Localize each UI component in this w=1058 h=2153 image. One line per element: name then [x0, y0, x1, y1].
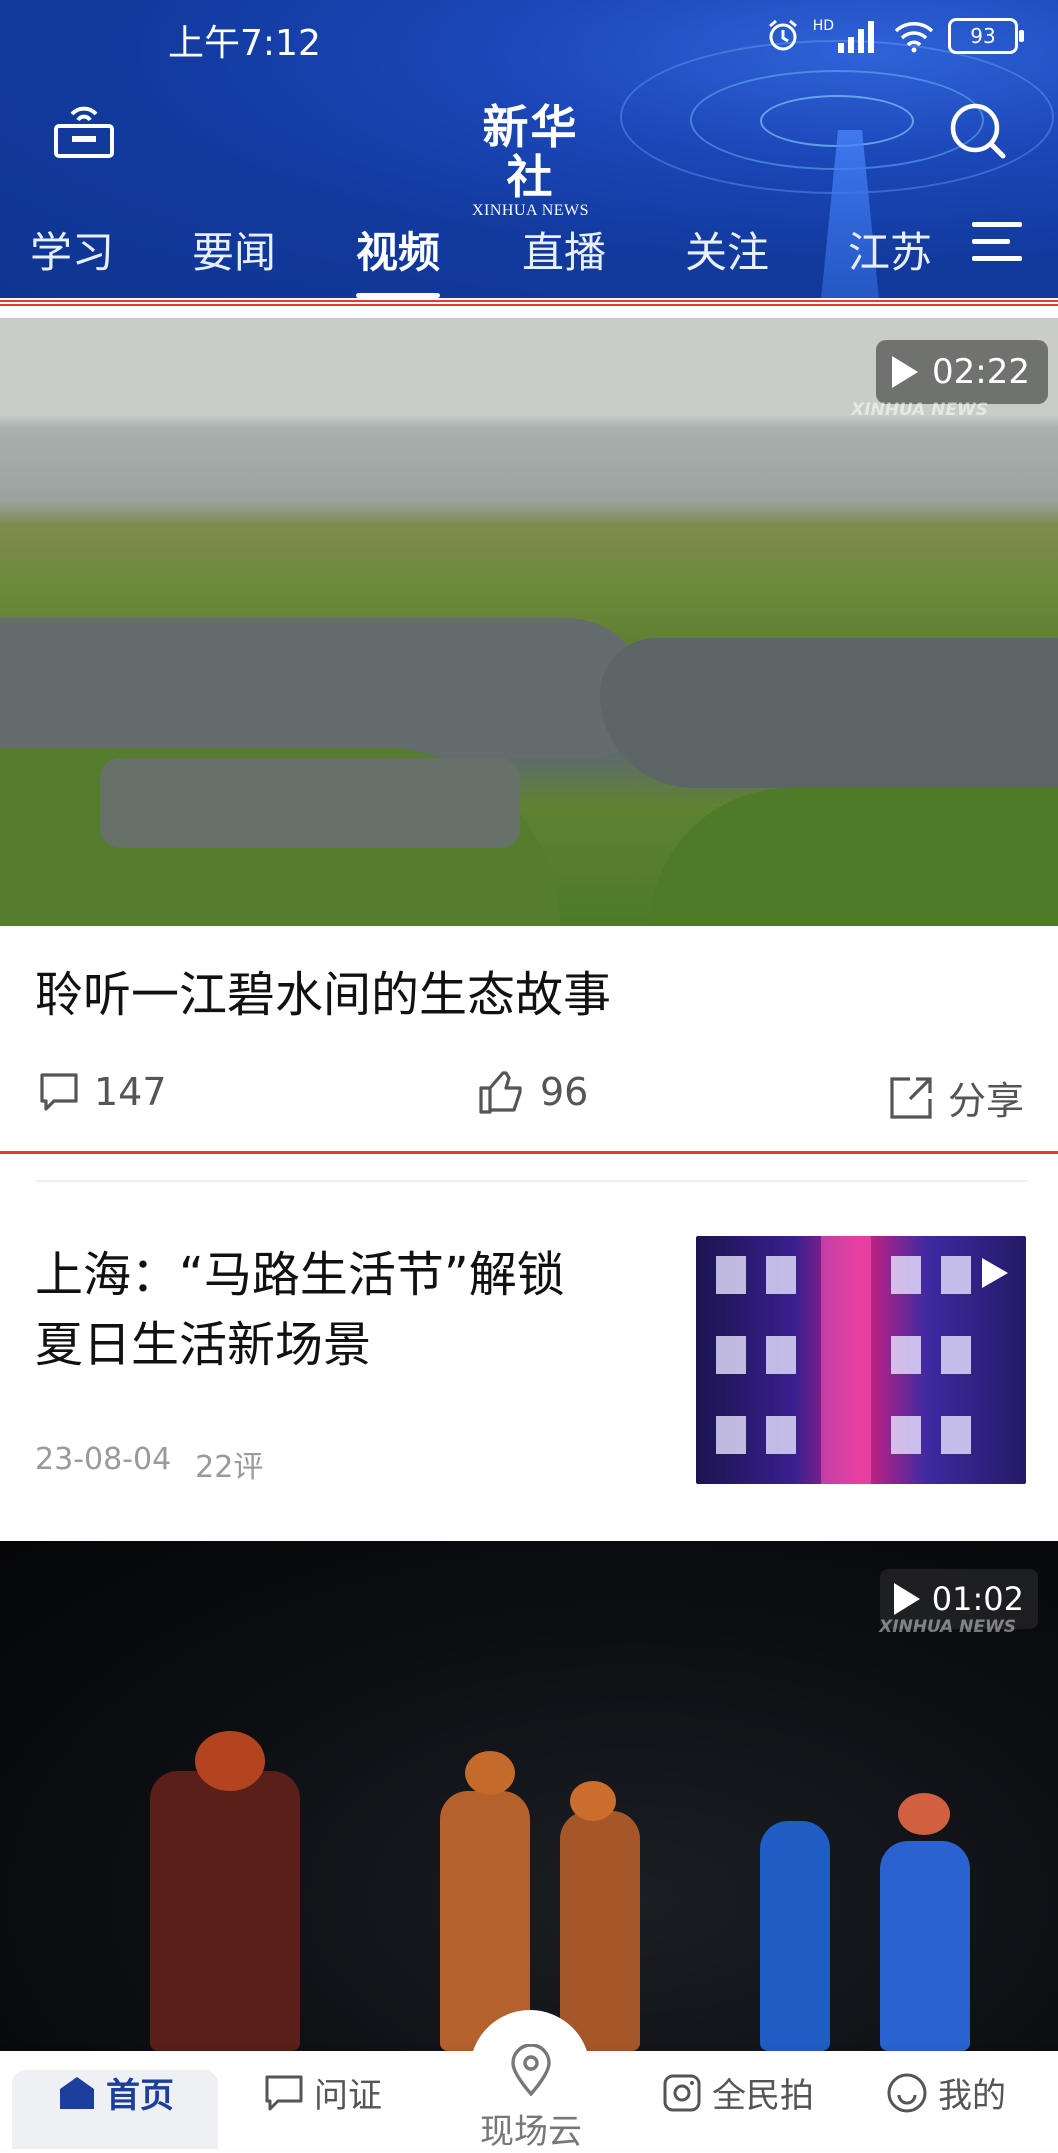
article-title-line: 夏日生活新场景 [35, 1317, 372, 1373]
video-thumbnail-rescue[interactable]: 01:02 XINHUA NEWS [0, 1541, 1058, 2051]
header-separator [0, 300, 1058, 306]
wifi-icon [894, 22, 934, 53]
scene-water [600, 638, 1058, 788]
article-date: 23-08-04 [35, 1442, 172, 1477]
thumb-light [821, 1236, 871, 1484]
play-icon [892, 356, 919, 388]
thumb-window [941, 1336, 971, 1374]
thumb-window [766, 1336, 796, 1374]
scene-pond [100, 758, 520, 848]
feature-actions: 147 96 分享 [0, 1060, 1058, 1132]
app-header: 上午7:12 HD 93 新华社 XINHUA NEWS 学习 要闻 视频 直播… [0, 0, 1058, 298]
decor-ring [760, 95, 914, 147]
scene-person [880, 1841, 970, 2051]
thumb-window [891, 1256, 921, 1294]
share-icon [890, 1076, 932, 1119]
comment-button[interactable]: 147 [38, 1070, 167, 1114]
search-icon[interactable] [947, 100, 1009, 162]
status-icons: HD 93 [765, 18, 1024, 54]
article-title[interactable]: 上海：“马路生活节”解锁 夏日生活新场景 [35, 1240, 655, 1380]
scene-person [560, 1811, 640, 2051]
scene-helmet [465, 1751, 515, 1795]
article-meta: 23-08-04 22评 [35, 1442, 263, 1486]
bottom-tab-label: 现场云 [480, 2112, 582, 2152]
share-button[interactable]: 分享 [888, 1070, 1024, 1125]
play-icon [893, 1583, 920, 1615]
location-icon [511, 2044, 551, 2096]
xinhua-logo: 新华社 XINHUA NEWS [463, 102, 598, 220]
thumb-window [716, 1416, 746, 1454]
share-label: 分享 [948, 1079, 1025, 1123]
bottom-tab-wenzheng[interactable]: 问证 [264, 2068, 382, 2117]
thumb-window [766, 1256, 796, 1294]
bottom-tab-label: 首页 [106, 2076, 174, 2116]
status-bar: 上午7:12 HD 93 [0, 0, 1058, 78]
smile-icon [887, 2073, 927, 2112]
bottom-tab-quanminpai[interactable]: 全民拍 [662, 2068, 814, 2117]
scene-water [0, 618, 650, 758]
thumb-window [766, 1416, 796, 1454]
watermark: XINHUA NEWS [879, 1617, 1016, 1637]
scene-land [650, 788, 1058, 926]
like-button[interactable]: 96 [478, 1070, 588, 1114]
comment-count: 147 [94, 1070, 167, 1114]
tab-following[interactable]: 关注 [685, 219, 769, 280]
tab-live[interactable]: 直播 [522, 219, 606, 280]
feature-video-thumbnail[interactable]: 02:22 XINHUA NEWS [0, 318, 1058, 926]
tv-icon[interactable] [52, 100, 116, 160]
thumb-window [891, 1416, 921, 1454]
channel-tabs: 学习 要闻 视频 直播 关注 江苏 [0, 215, 1058, 298]
chat-icon [265, 2075, 303, 2110]
bottom-tab-home[interactable]: 首页 [58, 2068, 174, 2117]
video-duration-badge: 02:22 [876, 340, 1048, 404]
alarm-icon [768, 19, 797, 51]
menu-icon[interactable] [970, 218, 1024, 266]
watermark: XINHUA NEWS [851, 400, 988, 420]
article-thumbnail[interactable] [696, 1236, 1026, 1484]
bottom-tab-label: 全民拍 [712, 2076, 814, 2116]
battery-icon: 93 [948, 18, 1024, 54]
thumbs-up-icon [479, 1071, 522, 1114]
thumb-window [891, 1336, 921, 1374]
video-duration: 02:22 [932, 352, 1030, 392]
tab-jiangsu[interactable]: 江苏 [848, 219, 932, 280]
thumb-window [716, 1336, 746, 1374]
feature-title[interactable]: 聆听一江碧水间的生态故事 [35, 955, 611, 1025]
scene-helmet [570, 1781, 616, 1821]
thumb-window [941, 1256, 971, 1294]
scene-person [150, 1771, 300, 2051]
bottom-tab-label: 问证 [314, 2076, 382, 2116]
article-title-line: 上海：“马路生活节”解锁 [35, 1247, 565, 1303]
tab-headlines[interactable]: 要闻 [192, 219, 276, 280]
scene-helmet [898, 1793, 950, 1835]
status-time: 上午7:12 [168, 23, 321, 64]
thumb-window [716, 1256, 746, 1294]
video-duration: 01:02 [931, 1580, 1024, 1618]
thumb-window [941, 1416, 971, 1454]
bottom-tab-xianchangyun[interactable]: 现场云 [480, 2044, 582, 2153]
tab-video[interactable]: 视频 [356, 219, 441, 298]
scene-helmet [195, 1731, 265, 1791]
scene-person [760, 1821, 830, 2051]
network-label: HD [812, 18, 834, 34]
comment-icon [40, 1073, 78, 1111]
logo-chinese: 新华社 [482, 100, 579, 204]
bottom-tab-mine[interactable]: 我的 [886, 2068, 1006, 2117]
tab-study[interactable]: 学习 [30, 219, 114, 280]
play-icon [982, 1258, 1008, 1288]
article-comments: 22评 [195, 1450, 264, 1485]
divider [36, 1180, 1028, 1182]
camera-icon [663, 2074, 701, 2111]
like-count: 96 [540, 1070, 589, 1114]
bottom-tab-label: 我的 [938, 2076, 1006, 2116]
home-icon [60, 2076, 94, 2109]
signal-icon [838, 21, 874, 53]
card-separator [0, 1151, 1058, 1154]
